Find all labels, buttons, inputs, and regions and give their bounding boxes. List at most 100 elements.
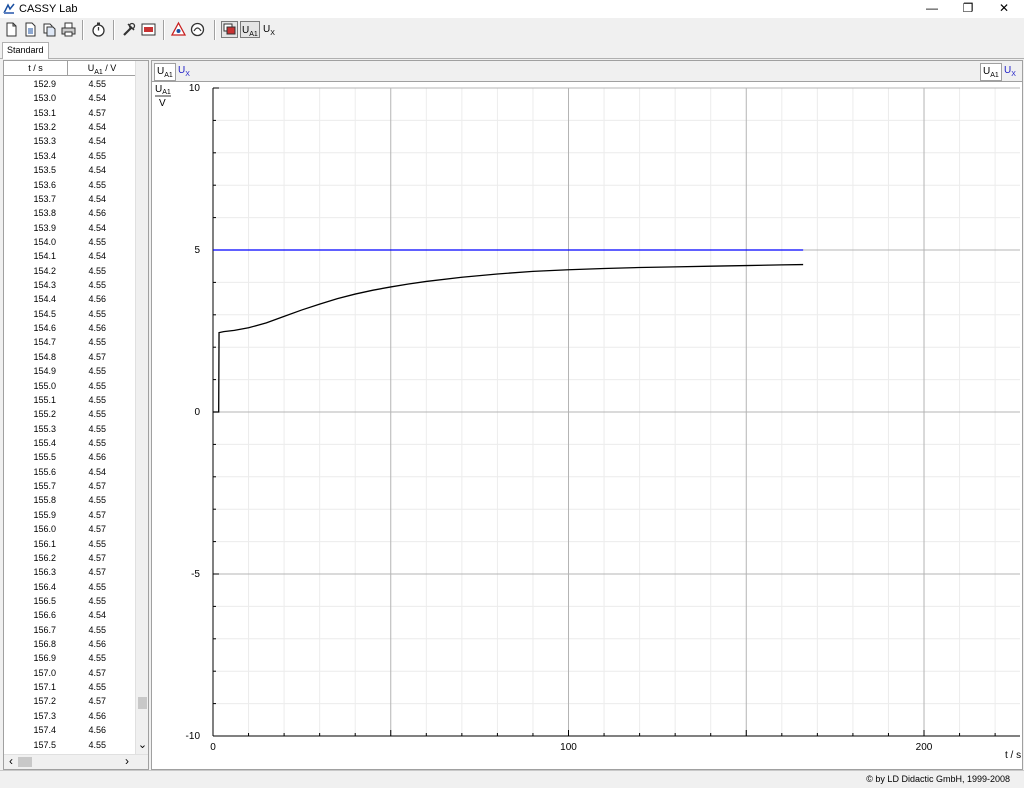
cell-time: 154.7 (26, 335, 56, 349)
table-row[interactable]: 155.74.57 (4, 479, 134, 493)
table-row[interactable]: 153.94.54 (4, 221, 134, 235)
cell-time: 154.4 (26, 292, 56, 306)
table-row[interactable]: 154.34.55 (4, 278, 134, 292)
line-chart[interactable]: 01002001050-5-10 UA1 V t / s (152, 81, 1022, 769)
cell-time: 157.3 (26, 709, 56, 723)
cell-voltage: 4.55 (84, 680, 106, 694)
tab-standard[interactable]: Standard (2, 42, 49, 59)
table-horizontal-scroll-thumb[interactable] (18, 757, 32, 767)
table-row[interactable]: 156.24.57 (4, 551, 134, 565)
minimize-button[interactable]: — (914, 0, 950, 18)
chart-right-ua1-button[interactable]: UA1 (980, 63, 1002, 81)
chart-right-ux-button[interactable]: UX (1002, 63, 1018, 79)
table-row[interactable]: 157.34.56 (4, 709, 134, 723)
settings-icon[interactable] (121, 21, 138, 38)
table-row[interactable]: 155.14.55 (4, 393, 134, 407)
cell-voltage: 4.55 (84, 623, 106, 637)
close-button[interactable]: ✕ (986, 0, 1022, 18)
print-icon[interactable] (60, 21, 77, 38)
table-horizontal-scrollbar[interactable]: ‹ › (4, 754, 148, 770)
scroll-left-icon[interactable]: ‹ (6, 755, 16, 769)
title-bar: CASSY Lab — ❐ ✕ (0, 0, 1024, 18)
cell-voltage: 4.55 (84, 77, 106, 91)
table-row[interactable]: 155.24.55 (4, 407, 134, 421)
chart-channel-ux-button[interactable]: UX (176, 63, 192, 79)
column-header-time[interactable]: t / s (4, 61, 67, 76)
toolbar-separator (163, 20, 165, 40)
table-row[interactable]: 154.64.56 (4, 321, 134, 335)
table-row[interactable]: 156.14.55 (4, 537, 134, 551)
table-row[interactable]: 156.54.55 (4, 594, 134, 608)
table-row[interactable]: 153.04.54 (4, 91, 134, 105)
table-row[interactable]: 153.54.54 (4, 163, 134, 177)
table-row[interactable]: 154.14.54 (4, 249, 134, 263)
table-vertical-scroll-thumb[interactable] (138, 697, 147, 709)
cell-time: 156.3 (26, 565, 56, 579)
chart-channel-ua1-button[interactable]: UA1 (154, 63, 176, 81)
table-row[interactable]: 154.24.55 (4, 264, 134, 278)
table-row[interactable]: 156.84.56 (4, 637, 134, 651)
table-row[interactable]: 155.64.54 (4, 465, 134, 479)
table-row[interactable]: 155.44.55 (4, 436, 134, 450)
table-row[interactable]: 156.34.57 (4, 565, 134, 579)
table-row[interactable]: 153.84.56 (4, 206, 134, 220)
table-row[interactable]: 153.24.54 (4, 120, 134, 134)
cell-voltage: 4.56 (84, 450, 106, 464)
table-row[interactable]: 156.64.54 (4, 608, 134, 622)
table-row[interactable]: 155.84.55 (4, 493, 134, 507)
table-row[interactable]: 152.94.55 (4, 77, 134, 91)
save-file-icon[interactable] (41, 21, 58, 38)
table-row[interactable]: 153.44.55 (4, 149, 134, 163)
table-row[interactable]: 154.04.55 (4, 235, 134, 249)
data-series (213, 250, 803, 412)
window-title: CASSY Lab (19, 3, 78, 15)
table-row[interactable]: 154.74.55 (4, 335, 134, 349)
table-row[interactable]: 156.74.55 (4, 623, 134, 637)
table-row[interactable]: 154.44.56 (4, 292, 134, 306)
table-vertical-scrollbar[interactable]: ⌄ (135, 61, 149, 754)
table-row[interactable]: 153.34.54 (4, 134, 134, 148)
table-row[interactable]: 155.34.55 (4, 422, 134, 436)
cell-time: 157.4 (26, 723, 56, 737)
table-row[interactable]: 157.1 4.55 (4, 680, 134, 694)
new-file-icon[interactable] (3, 21, 20, 38)
restore-button[interactable]: ❐ (950, 0, 986, 18)
table-row[interactable]: 154.84.57 (4, 350, 134, 364)
chart-panel: UA1 UX UA1 UX 01002001050-5-10 UA1 V t /… (151, 60, 1023, 770)
table-row[interactable]: 154.94.55 (4, 364, 134, 378)
channel-ux-icon[interactable]: UX (262, 21, 282, 38)
cell-voltage: 4.55 (84, 422, 106, 436)
scroll-right-icon[interactable]: › (121, 755, 133, 769)
record-icon[interactable] (189, 21, 206, 38)
cell-time: 156.4 (26, 580, 56, 594)
table-row[interactable]: 156.44.55 (4, 580, 134, 594)
x-tick-label: 200 (916, 742, 933, 753)
table-row[interactable]: 153.64.55 (4, 178, 134, 192)
table-row[interactable]: 157.44.56 (4, 723, 134, 737)
table-row[interactable]: 155.94.57 (4, 508, 134, 522)
column-header-voltage[interactable]: UA1 / V (67, 61, 136, 76)
cell-time: 157.0 (26, 666, 56, 680)
scroll-down-icon[interactable]: ⌄ (136, 739, 149, 753)
table-row[interactable]: 157.04.57 (4, 666, 134, 680)
cell-voltage: 4.54 (84, 91, 106, 105)
table-row[interactable]: 157.24.57 (4, 694, 134, 708)
window-toggle-icon[interactable] (221, 21, 238, 38)
cell-voltage: 4.55 (84, 264, 106, 278)
cell-time: 157.1 (26, 680, 56, 694)
cell-time: 154.6 (26, 321, 56, 335)
table-row[interactable]: 154.54.55 (4, 307, 134, 321)
table-row[interactable]: 156.04.57 (4, 522, 134, 536)
display-icon[interactable] (140, 21, 157, 38)
table-row[interactable]: 157.54.55 (4, 738, 134, 752)
alert-icon[interactable] (170, 21, 187, 38)
table-row[interactable]: 153.74.54 (4, 192, 134, 206)
table-row[interactable]: 153.14.57 (4, 106, 134, 120)
table-row[interactable]: 155.04.55 (4, 379, 134, 393)
stopwatch-icon[interactable] (90, 21, 107, 38)
status-bar: © by LD Didactic GmbH, 1999-2008 (0, 770, 1024, 788)
table-row[interactable]: 156.94.55 (4, 651, 134, 665)
table-row[interactable]: 155.54.56 (4, 450, 134, 464)
channel-ua1-icon[interactable]: UA1 (240, 21, 260, 38)
open-file-icon[interactable] (22, 21, 39, 38)
